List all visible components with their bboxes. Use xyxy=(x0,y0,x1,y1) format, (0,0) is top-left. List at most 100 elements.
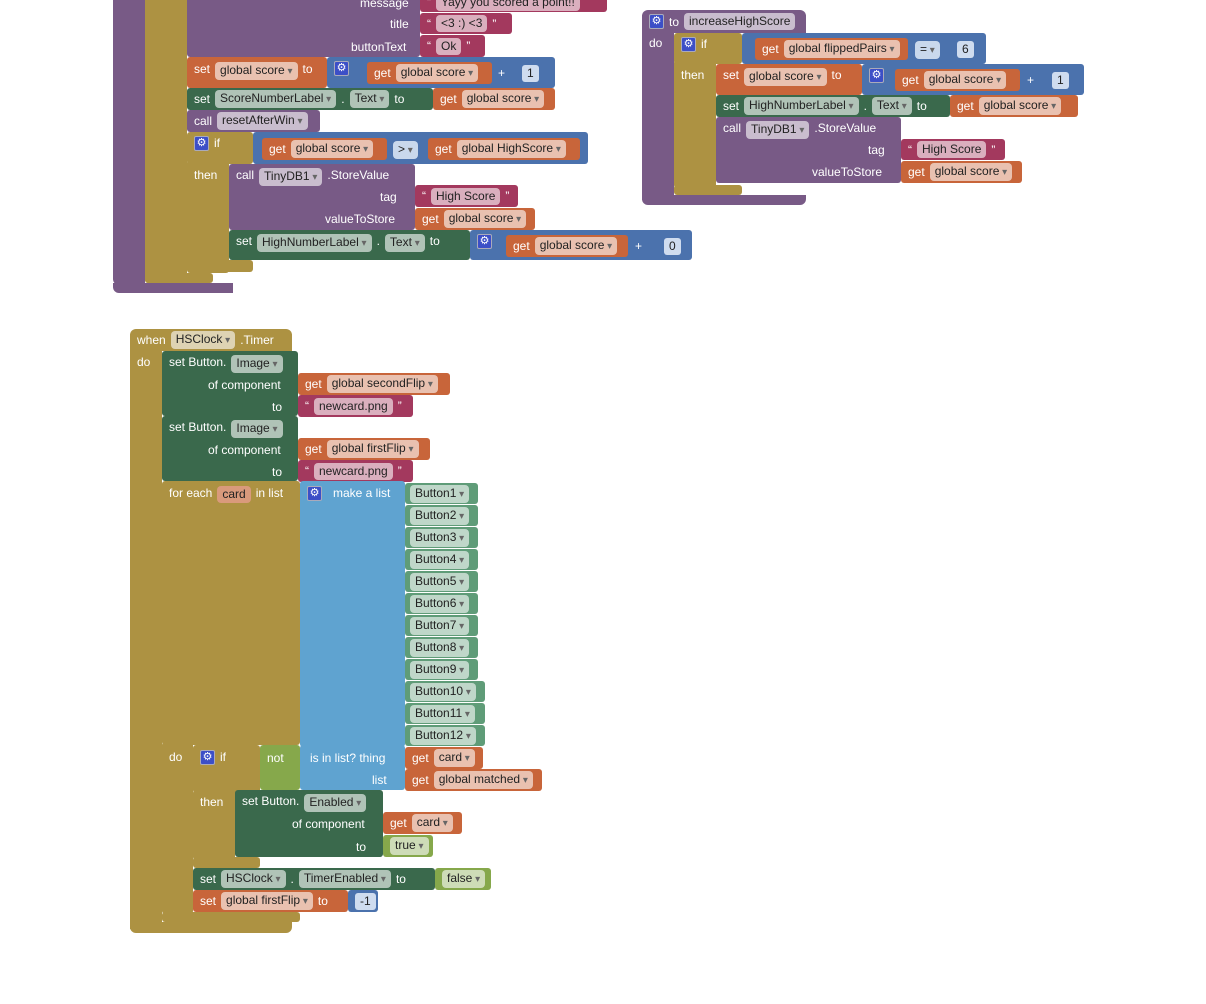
button-component-block[interactable]: Button10 xyxy=(405,681,485,702)
number-value[interactable]: 0 xyxy=(664,237,681,255)
set-score-block[interactable]: set global score to xyxy=(716,64,862,95)
component-dropdown[interactable]: Button8 xyxy=(410,638,470,657)
get-card[interactable]: get card xyxy=(383,812,462,834)
property-dropdown[interactable]: Text xyxy=(384,234,425,252)
component-dropdown[interactable]: Button4 xyxy=(410,550,470,569)
set-first-flip-block[interactable]: set global firstFlip to xyxy=(193,890,348,912)
property-dropdown[interactable]: Enabled xyxy=(304,794,367,812)
button-component-block[interactable]: Button11 xyxy=(405,703,485,724)
property-dropdown[interactable]: Image xyxy=(231,420,283,438)
component-dropdown[interactable]: TinyDB1 xyxy=(259,168,323,186)
button-component-block[interactable]: Button6 xyxy=(405,593,478,614)
get-score[interactable]: get global score xyxy=(895,69,1020,91)
gear-icon[interactable]: ⚙ xyxy=(200,750,215,765)
gear-icon[interactable]: ⚙ xyxy=(681,37,696,52)
message-string[interactable]: “ Yayy you scored a point!! xyxy=(420,0,607,12)
number-block[interactable]: 0 xyxy=(657,235,685,257)
number-block[interactable]: 6 xyxy=(950,38,978,60)
var-dropdown[interactable]: global score xyxy=(534,237,618,255)
button-component-block[interactable]: Button7 xyxy=(405,615,478,636)
procedure-name[interactable]: increaseHighScore xyxy=(684,13,796,30)
loop-variable[interactable]: card xyxy=(217,486,251,503)
call-reset-block[interactable]: call resetAfterWin xyxy=(187,110,320,132)
var-dropdown[interactable]: global score xyxy=(978,97,1062,115)
var-dropdown[interactable]: global HighScore xyxy=(456,140,566,158)
png-string[interactable]: “ newcard.png ” xyxy=(298,460,413,482)
button-component-block[interactable]: Button9 xyxy=(405,659,478,680)
var-dropdown[interactable]: global score xyxy=(929,163,1013,181)
button-component-block[interactable]: Button8 xyxy=(405,637,478,658)
true-block[interactable]: true xyxy=(383,835,433,857)
tag-string[interactable]: “ High Score ” xyxy=(415,185,518,207)
get-score[interactable]: get global score xyxy=(506,235,628,257)
number-value[interactable]: 1 xyxy=(1052,71,1069,89)
component-dropdown[interactable]: Button7 xyxy=(410,616,470,635)
component-dropdown[interactable]: Button9 xyxy=(410,660,470,679)
var-dropdown[interactable]: global firstFlip xyxy=(221,892,313,910)
component-dropdown[interactable]: Button3 xyxy=(410,528,470,547)
gear-icon[interactable]: ⚙ xyxy=(194,136,209,151)
compare-operator-dropdown[interactable]: = xyxy=(915,41,940,59)
false-block[interactable]: false xyxy=(435,868,491,890)
get-score[interactable]: get global score xyxy=(901,161,1022,183)
var-dropdown[interactable]: global score xyxy=(443,210,527,228)
when-timer-event[interactable]: when HSClock .Timer xyxy=(130,329,292,351)
component-dropdown[interactable]: Button5 xyxy=(410,572,470,591)
component-dropdown[interactable]: HighNumberLabel xyxy=(744,97,859,115)
get-score[interactable]: get global score xyxy=(367,62,492,84)
tag-string[interactable]: “ High Score ” xyxy=(901,139,1005,160)
if-block[interactable]: ⚙ if xyxy=(193,745,260,793)
set-timer-enabled-block[interactable]: set HSClock. TimerEnabled to xyxy=(193,868,435,890)
component-dropdown[interactable]: Button11 xyxy=(410,704,475,723)
property-dropdown[interactable]: Text xyxy=(349,90,390,108)
gear-icon[interactable]: ⚙ xyxy=(477,234,492,249)
var-dropdown[interactable]: global score xyxy=(215,62,298,80)
set-high-label-block[interactable]: set HighNumberLabel. Textto xyxy=(716,95,950,117)
component-dropdown[interactable]: HSClock xyxy=(221,870,286,888)
button-component-block[interactable]: Button1 xyxy=(405,483,478,504)
png-string[interactable]: “ newcard.png ” xyxy=(298,395,413,417)
button-component-block[interactable]: Button3 xyxy=(405,527,478,548)
var-dropdown[interactable]: global score xyxy=(290,140,374,158)
property-dropdown[interactable]: Text xyxy=(871,97,912,115)
compare-operator-dropdown[interactable]: > xyxy=(393,141,418,159)
var-dropdown[interactable]: card xyxy=(411,814,453,832)
button-component-block[interactable]: Button4 xyxy=(405,549,478,570)
is-in-list-block[interactable]: is in list? thing xyxy=(300,745,405,790)
get-matched[interactable]: get global matched xyxy=(405,769,542,791)
gear-icon[interactable]: ⚙ xyxy=(869,68,884,83)
get-high-score[interactable]: get global HighScore xyxy=(428,138,580,160)
number-block[interactable]: -1 xyxy=(348,890,378,912)
procedure-outer[interactable] xyxy=(113,0,145,285)
number-value[interactable]: -1 xyxy=(355,892,376,910)
make-a-list-block[interactable]: ⚙ make a list xyxy=(300,481,405,747)
get-score[interactable]: get global score xyxy=(950,95,1078,117)
var-dropdown[interactable]: global score xyxy=(395,64,479,82)
number-block[interactable]: 1 xyxy=(515,62,545,84)
set-score-block[interactable]: set global score to xyxy=(187,57,327,88)
button-text-string[interactable]: “ Ok ” xyxy=(420,35,485,57)
gear-icon[interactable]: ⚙ xyxy=(649,14,664,29)
component-dropdown[interactable]: ScoreNumberLabel xyxy=(215,90,337,108)
get-score[interactable]: get global score xyxy=(262,138,387,160)
button-component-block[interactable]: Button2 xyxy=(405,505,478,526)
tag-value[interactable]: High Score xyxy=(431,187,501,205)
procedure-dropdown[interactable]: resetAfterWin xyxy=(217,112,308,130)
for-each-block[interactable]: for each card in list xyxy=(162,481,300,745)
var-dropdown[interactable]: card xyxy=(433,749,475,767)
title-string[interactable]: “ <3 :) <3 ” xyxy=(420,13,512,34)
gear-icon[interactable]: ⚙ xyxy=(334,61,349,76)
component-dropdown[interactable]: Button2 xyxy=(410,506,470,525)
component-dropdown[interactable]: Button6 xyxy=(410,594,470,613)
component-dropdown[interactable]: HSClock xyxy=(170,331,236,349)
var-dropdown[interactable]: global matched xyxy=(433,771,533,789)
control-outer[interactable] xyxy=(145,0,187,283)
property-dropdown[interactable]: Image xyxy=(231,355,283,373)
number-value[interactable]: 1 xyxy=(522,64,539,82)
get-second-flip[interactable]: get global secondFlip xyxy=(298,373,450,395)
get-score[interactable]: get global score xyxy=(433,88,555,110)
set-score-label-block[interactable]: set ScoreNumberLabel. Textto xyxy=(187,88,433,110)
boolean-dropdown[interactable]: true xyxy=(390,837,429,855)
var-dropdown[interactable]: global firstFlip xyxy=(326,440,419,458)
button-component-block[interactable]: Button12 xyxy=(405,725,485,746)
